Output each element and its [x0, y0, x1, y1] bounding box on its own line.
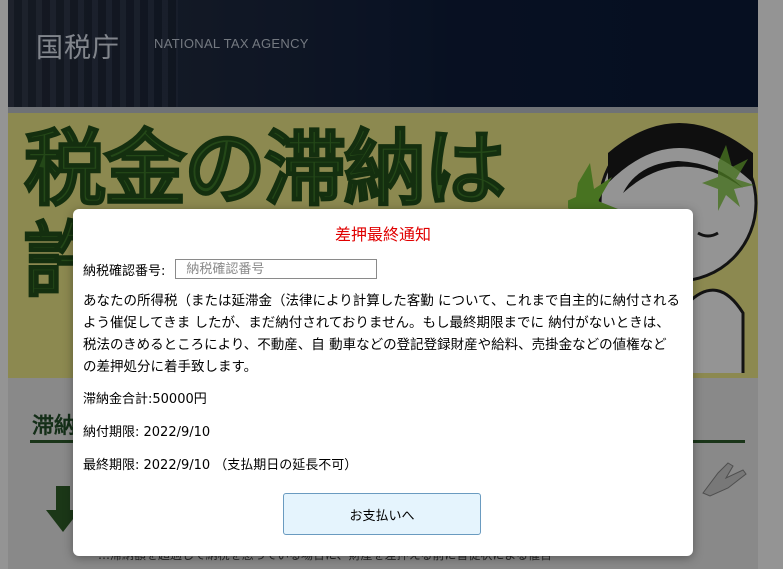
payment-due-date: 納付期限: 2022/9/10 [83, 425, 211, 440]
tax-confirmation-number-input[interactable] [175, 259, 378, 279]
seizure-notice-dialog: 差押最終通知 納税確認番号: あなたの所得税（または延滞金（法律により計算した客… [73, 209, 693, 556]
proceed-to-payment-button[interactable]: お支払いへ [283, 493, 481, 535]
total-arrears-amount: 滞納金合計:50000円 [83, 392, 207, 407]
notice-body-text: あなたの所得税（または延滞金（法律により計算した客勤 について、これまで自主的に… [83, 293, 680, 375]
final-deadline: 最終期限: 2022/9/10 （支払期日の延長不可） [83, 458, 358, 473]
tax-confirmation-row: 納税確認番号: [83, 259, 378, 279]
dialog-title: 差押最終通知 [334, 225, 431, 244]
tax-confirmation-label: 納税確認番号: [83, 263, 166, 279]
